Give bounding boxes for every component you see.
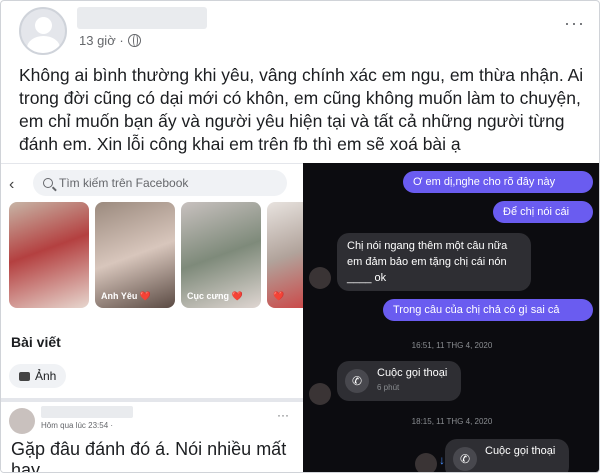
more-options-icon[interactable]: ··· xyxy=(564,13,585,34)
comment-time: Hôm qua lúc 23:54 · xyxy=(41,421,113,430)
call-duration: 6 phút xyxy=(377,383,400,392)
story-highlights: Anh Yêu ❤️ Cục cưng ❤️ ❤️ xyxy=(9,202,311,310)
profile-avatar[interactable] xyxy=(19,7,67,55)
contact-avatar xyxy=(415,453,437,472)
call-title: Cuộc gọi thoại xyxy=(485,445,556,457)
contact-avatar xyxy=(309,383,331,405)
post-meta: 13 giờ · xyxy=(79,33,141,48)
search-bar[interactable]: Tìm kiếm trên Facebook xyxy=(33,170,287,196)
voice-call-card[interactable]: ✆ Cuộc gọi thoại xyxy=(445,439,569,472)
post-time[interactable]: 13 giờ · xyxy=(79,33,124,48)
story-card[interactable]: Cục cưng ❤️ xyxy=(181,202,261,308)
message-incoming: Chị nói ngang thêm một câu nữa em đảm bả… xyxy=(337,233,531,291)
comment-text: Gặp đâu đánh đó á. Nói nhiều mất hay xyxy=(11,439,287,473)
story-card[interactable] xyxy=(9,202,89,308)
story-card[interactable]: Anh Yêu ❤️ xyxy=(95,202,175,308)
commenter-name-redacted[interactable] xyxy=(41,406,133,418)
story-label: Anh Yêu ❤️ xyxy=(101,291,152,301)
story-label: Cục cưng ❤️ xyxy=(187,291,243,301)
comment-time-text: Hôm qua lúc 23:54 · xyxy=(41,421,114,430)
more-options-icon[interactable]: ··· xyxy=(277,408,289,422)
photos-button[interactable]: Ảnh xyxy=(9,364,67,388)
commenter-avatar[interactable] xyxy=(9,408,35,434)
chat-screenshot: Ơ em dị,nghe cho rõ đây này Để chị nói c… xyxy=(303,163,599,472)
search-icon xyxy=(43,178,53,188)
phone-icon: ✆ xyxy=(345,369,369,393)
posts-section-title: Bài viết xyxy=(11,334,61,350)
search-placeholder: Tìm kiếm trên Facebook xyxy=(59,176,189,190)
call-title: Cuộc gọi thoại xyxy=(377,367,448,379)
message-outgoing: Để chị nói cái xyxy=(493,201,593,223)
contact-avatar xyxy=(309,267,331,289)
message-outgoing: Ơ em dị,nghe cho rõ đây này xyxy=(403,171,593,193)
chat-timestamp: 16:51, 11 THG 4, 2020 xyxy=(411,341,493,350)
post-caption: Không ai bình thường khi yêu, vâng chính… xyxy=(19,65,584,154)
back-arrow-icon[interactable]: ‹ xyxy=(9,176,14,194)
photo-icon xyxy=(19,371,30,381)
voice-call-card[interactable]: ✆ Cuộc gọi thoại 6 phút xyxy=(337,361,461,401)
message-outgoing: Trong câu của chị chả có gì sai cả xyxy=(383,299,593,321)
globe-icon xyxy=(127,34,141,47)
section-divider xyxy=(1,398,303,402)
photos-button-label: Ảnh xyxy=(35,369,57,383)
story-label: ❤️ xyxy=(273,291,285,301)
chat-timestamp: 18:15, 11 THG 4, 2020 xyxy=(411,417,493,426)
author-name-redacted[interactable] xyxy=(77,7,207,29)
profile-screenshot: ‹ Tìm kiếm trên Facebook Anh Yêu ❤️ Cục … xyxy=(1,163,311,473)
phone-icon: ✆ xyxy=(453,447,477,471)
post-container: 13 giờ · ··· Không ai bình thường khi yê… xyxy=(0,0,600,473)
